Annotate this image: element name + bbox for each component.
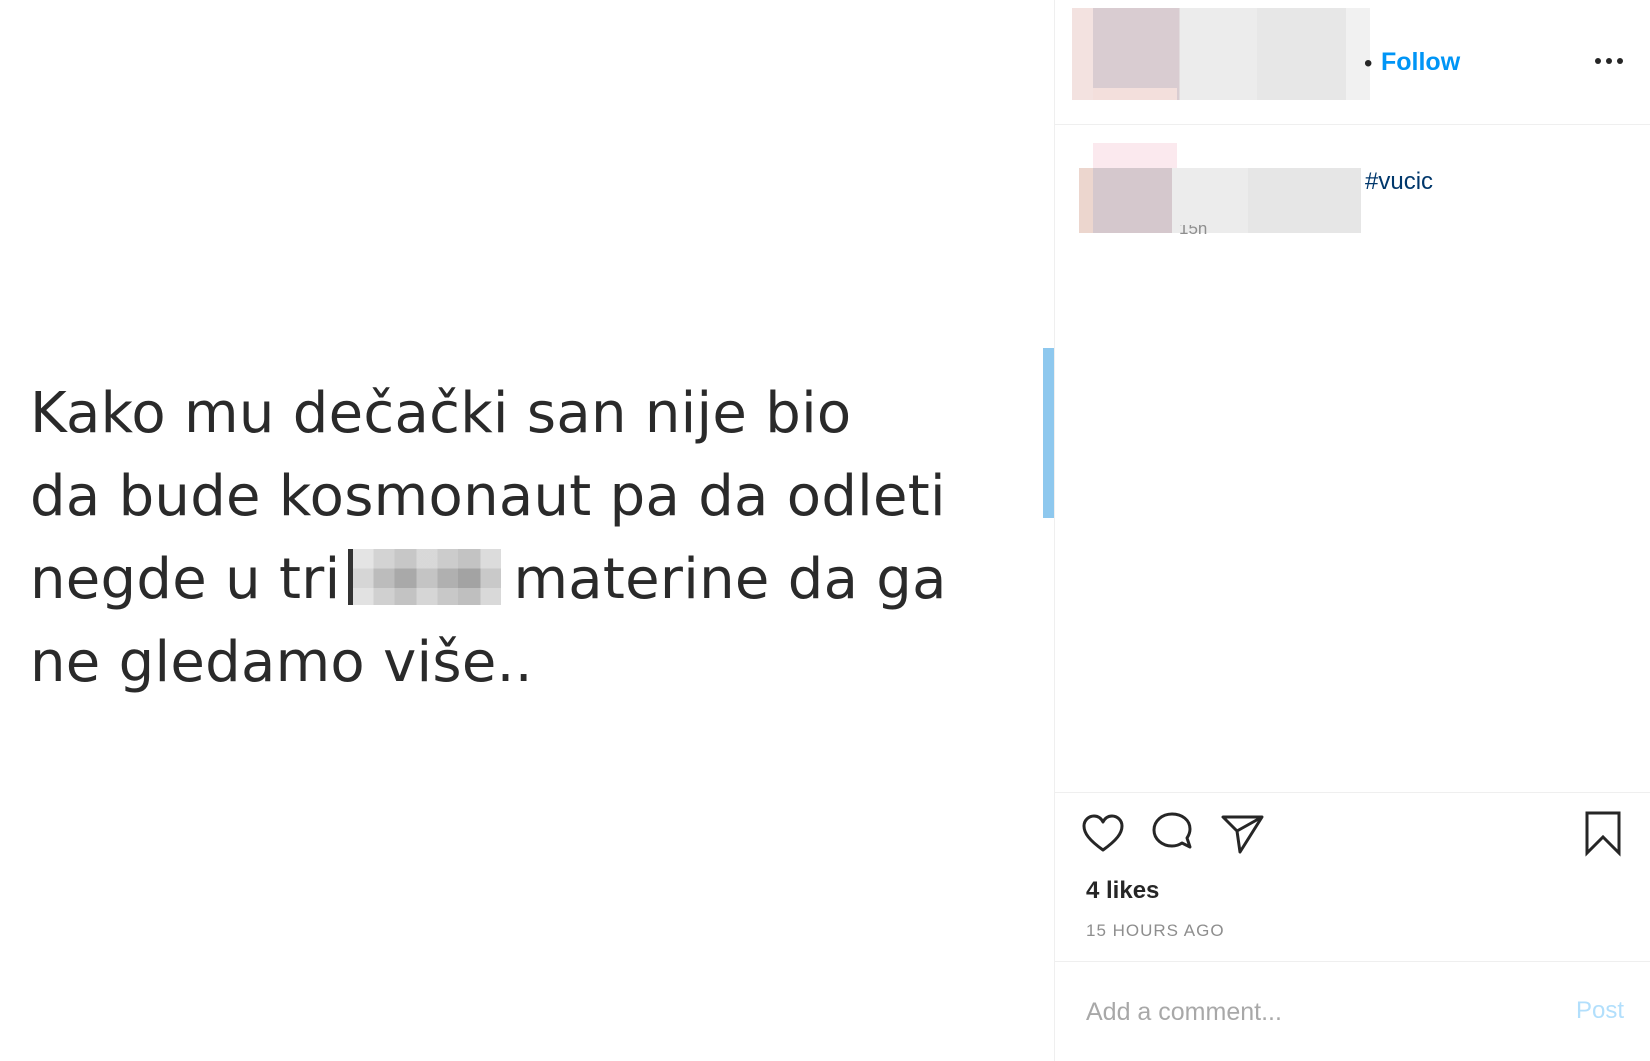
more-horizontal-icon	[1595, 58, 1623, 64]
comment-input[interactable]	[1086, 992, 1536, 1032]
instagram-post-page: Kako mu dečački san nije bio da bude kos…	[0, 0, 1650, 1061]
post-sidebar: #vucic 15h 4 likes 15 HOURS AGO Add a co…	[1054, 0, 1650, 1061]
heart-icon	[1082, 814, 1124, 852]
post-actions: 4 likes 15 HOURS AGO	[1055, 792, 1650, 962]
share-button[interactable]	[1218, 809, 1266, 857]
bookmark-icon	[1585, 811, 1621, 857]
post-text-line-4: ne gledamo više..	[30, 630, 533, 695]
caption-area: #vucic 15h	[1055, 125, 1650, 792]
post-comment-button[interactable]: Post	[1576, 997, 1624, 1025]
comment-button[interactable]	[1148, 809, 1196, 857]
image-scroll-indicator	[1043, 348, 1054, 518]
post-text-line-3a: negde u tri	[30, 547, 341, 612]
post-image[interactable]: Kako mu dečački san nije bio da bude kos…	[0, 0, 1054, 1061]
blurred-author-profile[interactable]	[1072, 8, 1370, 100]
comment-bar: Post	[1055, 962, 1650, 1061]
like-button[interactable]	[1079, 809, 1127, 857]
follow-separator-dot: •	[1364, 50, 1373, 77]
post-text-line-2: da bude kosmonaut pa da odleti	[30, 464, 946, 529]
hashtag-link[interactable]: #vucic	[1365, 168, 1433, 196]
blurred-caption-author[interactable]	[1079, 143, 1361, 233]
post-timestamp[interactable]: 15 HOURS AGO	[1086, 921, 1225, 941]
save-button[interactable]	[1579, 809, 1627, 857]
post-image-text: Kako mu dečački san nije bio da bude kos…	[30, 372, 1030, 704]
censored-word-blur	[348, 548, 502, 605]
post-text-line-3: negde u tri materine da ga	[30, 538, 1030, 621]
follow-button[interactable]: Follow	[1381, 48, 1460, 77]
share-paper-plane-icon	[1221, 815, 1264, 854]
comment-bubble-icon	[1152, 812, 1192, 849]
likes-count[interactable]: 4 likes	[1086, 877, 1159, 905]
post-text-line-3b: materine da ga	[513, 547, 947, 612]
post-header	[1055, 0, 1650, 125]
caption-relative-time: 15h	[1179, 225, 1208, 238]
more-options-button[interactable]	[1593, 50, 1625, 72]
post-text-line-1: Kako mu dečački san nije bio	[30, 381, 852, 446]
